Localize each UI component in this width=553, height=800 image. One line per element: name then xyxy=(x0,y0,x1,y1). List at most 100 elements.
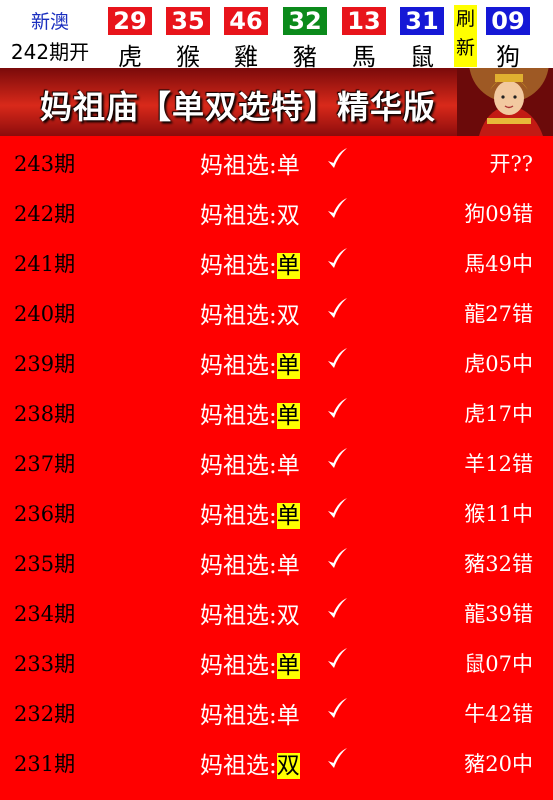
checkmark-icon xyxy=(328,348,347,368)
prediction-row: 243期 妈祖选:单 开?? xyxy=(0,136,553,186)
prediction-row: 236期 妈祖选:单 猴11中 xyxy=(0,486,553,536)
result-text: 虎05中 xyxy=(464,352,533,376)
result-text: 开?? xyxy=(489,152,533,176)
pick-label: 妈祖选: xyxy=(200,353,277,379)
prediction-row: 238期 妈祖选:单 虎17中 xyxy=(0,386,553,436)
ball-zodiac: 虎 xyxy=(118,43,142,71)
pick-value: 单 xyxy=(276,653,300,679)
period-label: 231期 xyxy=(14,752,76,776)
pick-label: 妈祖选: xyxy=(200,403,277,429)
checkmark-icon xyxy=(328,248,347,268)
period-open-label: 242期开 xyxy=(10,40,90,64)
result-text: 馬49中 xyxy=(464,252,533,276)
deity-portrait-image xyxy=(457,68,553,136)
ball-number: 29 xyxy=(108,7,152,35)
checkmark-icon xyxy=(328,148,347,168)
ball-zodiac: 雞 xyxy=(234,43,258,71)
period-label: 239期 xyxy=(14,352,76,376)
pick-label: 妈祖选: xyxy=(200,503,277,529)
ball-number: 35 xyxy=(166,7,210,35)
pick-text: 妈祖选:单 xyxy=(200,146,300,180)
period-label: 235期 xyxy=(14,552,76,576)
prediction-row: 233期 妈祖选:单 鼠07中 xyxy=(0,636,553,686)
top-bar: 新澳 242期开 29 虎 35 猴 46 雞 32 豬 13 馬 31 鼠 刷… xyxy=(0,0,553,71)
ball-zodiac: 馬 xyxy=(352,43,376,71)
period-label: 238期 xyxy=(14,402,76,426)
prediction-row: 242期 妈祖选:双 狗09错 xyxy=(0,186,553,236)
ball-zodiac: 猴 xyxy=(176,43,200,71)
pick-label: 妈祖选: xyxy=(200,303,277,329)
result-text: 虎17中 xyxy=(464,402,533,426)
result-ball: 32 豬 xyxy=(279,7,331,71)
result-text: 牛42错 xyxy=(464,702,533,726)
pick-text: 妈祖选:双 xyxy=(200,296,300,330)
pick-text: 妈祖选:单 xyxy=(200,246,300,280)
pick-text: 妈祖选:单 xyxy=(200,496,300,530)
pick-value: 双 xyxy=(276,303,300,329)
checkmark-icon xyxy=(328,748,347,768)
pick-label: 妈祖选: xyxy=(200,653,277,679)
ball-number: 09 xyxy=(486,7,530,35)
pick-value: 双 xyxy=(276,753,300,779)
refresh-button[interactable]: 刷新 xyxy=(454,5,477,67)
period-label: 234期 xyxy=(14,602,76,626)
period-label: 237期 xyxy=(14,452,76,476)
ball-number: 32 xyxy=(283,7,327,35)
prediction-row: 234期 妈祖选:双 龍39错 xyxy=(0,586,553,636)
checkmark-icon xyxy=(328,198,347,218)
result-ball: 35 猴 xyxy=(162,7,214,71)
checkmark-icon xyxy=(328,398,347,418)
pick-text: 妈祖选:双 xyxy=(200,746,300,780)
pick-label: 妈祖选: xyxy=(200,253,277,279)
prediction-row: 239期 妈祖选:单 虎05中 xyxy=(0,336,553,386)
prediction-row: 241期 妈祖选:单 馬49中 xyxy=(0,236,553,286)
pick-label: 妈祖选: xyxy=(200,153,277,179)
site-logo[interactable]: 新澳 242期开 xyxy=(0,0,100,68)
pick-text: 妈祖选:单 xyxy=(200,346,300,380)
pick-text: 妈祖选:双 xyxy=(200,196,300,230)
pick-value: 单 xyxy=(276,503,300,529)
period-label: 233期 xyxy=(14,652,76,676)
result-ball: 29 虎 xyxy=(104,7,156,71)
result-ball: 09 狗 xyxy=(482,7,534,71)
pick-value: 单 xyxy=(276,353,300,379)
checkmark-icon xyxy=(328,448,347,468)
ball-number: 13 xyxy=(342,7,386,35)
result-text: 豬20中 xyxy=(464,752,533,776)
checkmark-icon xyxy=(328,298,347,318)
period-label: 242期 xyxy=(14,202,76,226)
checkmark-icon xyxy=(328,548,347,568)
result-text: 羊12错 xyxy=(464,452,533,476)
pick-label: 妈祖选: xyxy=(200,753,277,779)
ball-zodiac: 鼠 xyxy=(410,43,434,71)
result-ball: 13 馬 xyxy=(338,7,390,71)
banner-title: 妈祖庙【单双选特】精华版 xyxy=(40,88,437,126)
result-text: 猴11中 xyxy=(464,502,533,526)
pick-text: 妈祖选:单 xyxy=(200,446,300,480)
pick-text: 妈祖选:单 xyxy=(200,396,300,430)
result-ball: 31 鼠 xyxy=(396,7,448,71)
pick-value: 双 xyxy=(276,603,300,629)
pick-text: 妈祖选:双 xyxy=(200,596,300,630)
ball-number: 31 xyxy=(400,7,444,35)
prediction-row: 231期 妈祖选:双 豬20中 xyxy=(0,736,553,786)
period-label: 241期 xyxy=(14,252,76,276)
pick-text: 妈祖选:单 xyxy=(200,546,300,580)
prediction-row: 232期 妈祖选:单 牛42错 xyxy=(0,686,553,736)
pick-value: 单 xyxy=(276,553,300,579)
ball-zodiac: 狗 xyxy=(496,43,520,71)
pick-value: 单 xyxy=(276,253,300,279)
result-text: 豬32错 xyxy=(464,552,533,576)
checkmark-icon xyxy=(328,498,347,518)
period-label: 243期 xyxy=(14,152,76,176)
period-label: 240期 xyxy=(14,302,76,326)
checkmark-icon xyxy=(328,648,347,668)
period-label: 232期 xyxy=(14,702,76,726)
result-text: 鼠07中 xyxy=(464,652,533,676)
ball-zodiac: 豬 xyxy=(293,43,317,71)
result-text: 狗09错 xyxy=(464,202,533,226)
pick-value: 双 xyxy=(276,203,300,229)
prediction-row: 240期 妈祖选:双 龍27错 xyxy=(0,286,553,336)
result-text: 龍39错 xyxy=(464,602,533,626)
prediction-row: 235期 妈祖选:单 豬32错 xyxy=(0,536,553,586)
